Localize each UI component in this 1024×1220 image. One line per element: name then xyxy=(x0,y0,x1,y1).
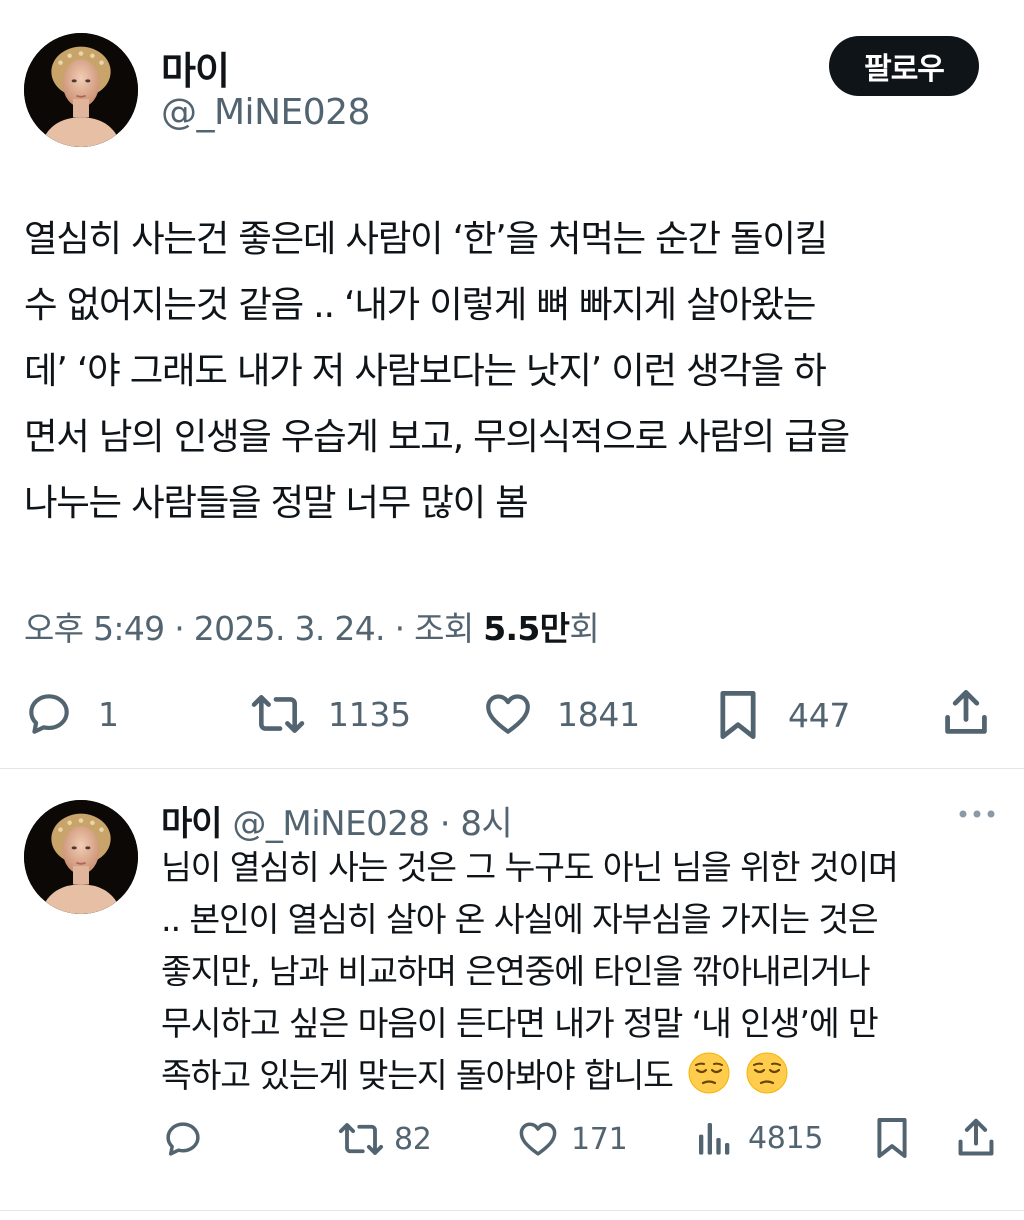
views-count: 5.5만 xyxy=(483,609,570,648)
reply-action[interactable]: 1 xyxy=(24,689,119,739)
reply-count: 1 xyxy=(98,694,119,734)
retweet-icon xyxy=(251,695,305,733)
reply-retweet-action[interactable]: 82 xyxy=(338,1118,432,1160)
like-count: 1841 xyxy=(557,694,640,734)
pensive-face-emoji xyxy=(745,1051,789,1095)
divider xyxy=(0,1210,1024,1211)
reply-views-count: 4815 xyxy=(748,1120,824,1156)
bookmark-icon xyxy=(720,690,756,740)
reply-reply-action[interactable] xyxy=(162,1118,204,1160)
share-icon xyxy=(945,690,987,734)
tweet-text: 열심히 사는건 좋은데 사람이 ‘한’을 처먹는 순간 돌이킬 수 없어지는것 … xyxy=(24,217,850,524)
author-avatar[interactable] xyxy=(24,33,138,147)
more-options-button[interactable] xyxy=(957,804,997,828)
views-icon xyxy=(699,1123,730,1155)
reply-author-name[interactable]: 마이 xyxy=(161,804,223,844)
retweet-count: 1135 xyxy=(328,694,411,734)
reply-share-action[interactable] xyxy=(956,1116,996,1160)
views-label: 조회 xyxy=(414,609,484,648)
share-action[interactable] xyxy=(942,687,990,739)
reply-header: 마이 @_MiNE028 · 8시 xyxy=(161,796,513,845)
reply-separator: · xyxy=(429,804,461,844)
pensive-face-emoji xyxy=(687,1051,731,1095)
reply-icon xyxy=(166,1122,200,1156)
reply-time[interactable]: 8시 xyxy=(460,804,512,844)
bookmark-icon xyxy=(877,1118,907,1158)
reply-like-action[interactable]: 171 xyxy=(517,1118,628,1160)
more-icon xyxy=(959,810,995,818)
like-icon xyxy=(486,694,530,734)
follow-button[interactable]: 팔로우 xyxy=(829,36,979,96)
reply-icon xyxy=(29,694,69,734)
reply-author-avatar[interactable] xyxy=(24,800,138,914)
bookmark-action[interactable]: 447 xyxy=(716,689,850,741)
author-handle[interactable]: @_MiNE028 xyxy=(161,92,370,133)
tweet-timestamp[interactable]: 오후 5:49 · 2025. 3. 24. · xyxy=(24,609,414,648)
reply-author-handle[interactable]: @_MiNE028 xyxy=(232,804,430,844)
reply-text: 님이 열심히 사는 것은 그 누구도 아닌 님을 위한 것이며 .. 본인이 열… xyxy=(161,842,1011,1102)
bookmark-count: 447 xyxy=(788,695,851,735)
share-icon xyxy=(958,1118,994,1156)
tweet-meta: 오후 5:49 · 2025. 3. 24. · 조회 5.5만회 xyxy=(24,602,600,650)
reply-like-count: 171 xyxy=(571,1121,628,1157)
like-action[interactable]: 1841 xyxy=(483,689,640,739)
reply-views-action[interactable]: 4815 xyxy=(696,1118,823,1158)
retweet-action[interactable]: 1135 xyxy=(250,689,411,739)
reply-bookmark-action[interactable] xyxy=(874,1116,910,1160)
author-name[interactable]: 마이 xyxy=(161,40,230,95)
divider xyxy=(0,768,1024,769)
views-suffix: 회 xyxy=(569,609,599,648)
like-icon xyxy=(519,1122,557,1156)
retweet-icon xyxy=(338,1123,384,1155)
reply-retweet-count: 82 xyxy=(394,1121,432,1157)
